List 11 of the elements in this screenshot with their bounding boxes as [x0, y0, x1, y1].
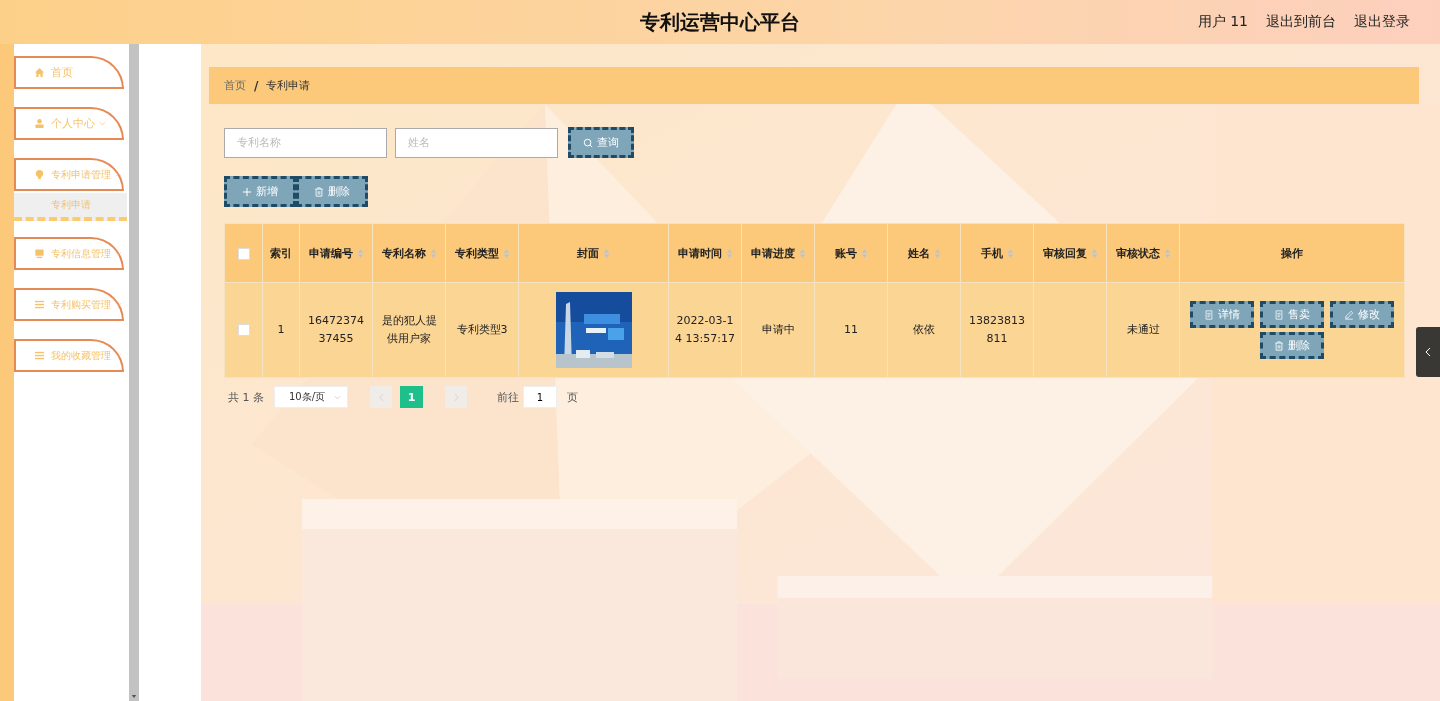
sidebar-item[interactable]: 专利申请管理: [14, 158, 124, 191]
submenu-item[interactable]: 专利申请: [14, 193, 127, 221]
header-link[interactable]: 退出到前台: [1266, 13, 1336, 31]
sidebar-item[interactable]: 专利购买管理: [14, 288, 124, 321]
sidebar-item[interactable]: 专利信息管理: [14, 237, 124, 270]
header-link[interactable]: 退出登录: [1354, 13, 1410, 31]
app-title: 专利运营中心平台: [640, 8, 800, 36]
sidebar-item[interactable]: 个人中心: [14, 107, 124, 140]
sidebar-item[interactable]: 首页: [14, 56, 124, 89]
sidebar-item[interactable]: 我的收藏管理: [14, 339, 124, 372]
user-label: 用户 11: [1197, 13, 1248, 31]
